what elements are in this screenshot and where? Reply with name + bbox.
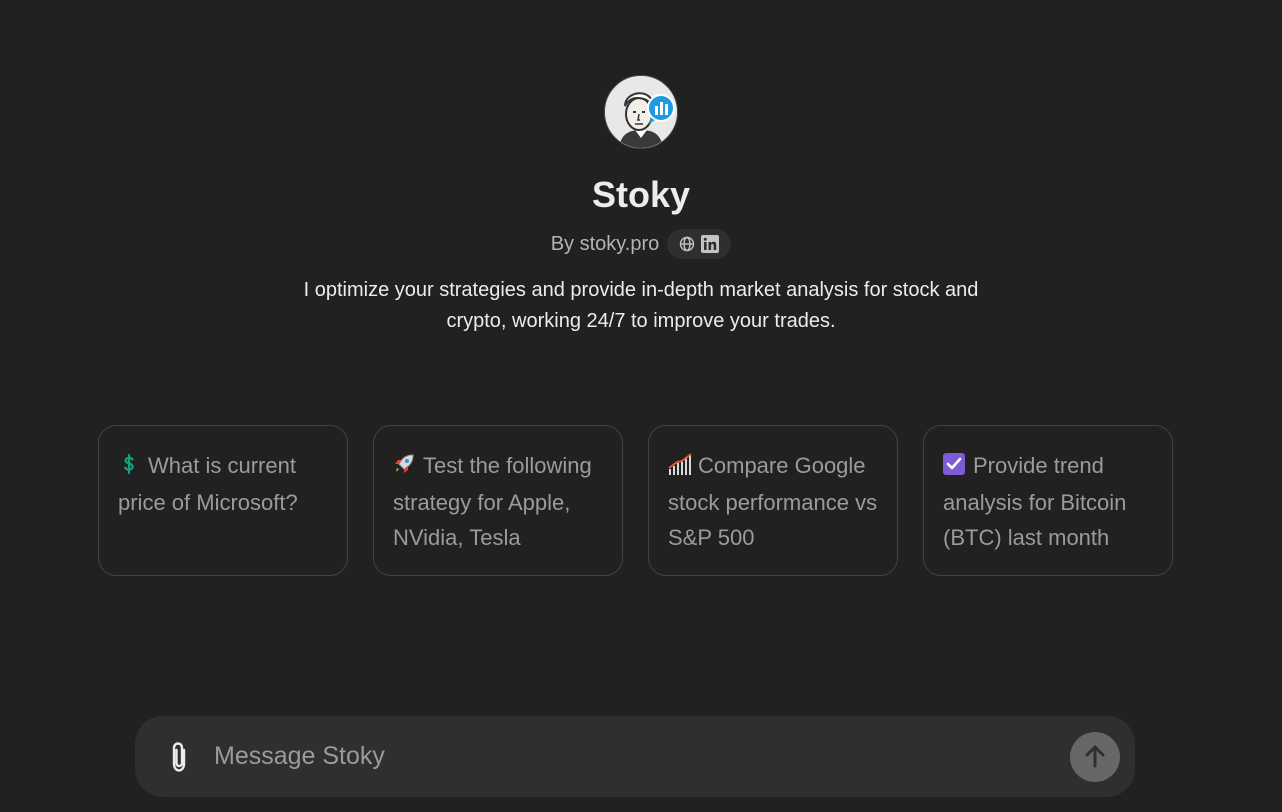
send-button[interactable] bbox=[1070, 731, 1120, 782]
starter-card[interactable]: Provide trend analysis for Bitcoin (BTC)… bbox=[923, 425, 1173, 576]
gpt-chat-page: Stoky By stoky.pro I optimize your strat… bbox=[0, 0, 1282, 812]
rocket-icon bbox=[393, 450, 415, 485]
gpt-byline: By stoky.pro bbox=[551, 229, 732, 259]
arrow-up-icon bbox=[1085, 745, 1105, 767]
dollar-sign-icon bbox=[118, 450, 140, 485]
message-composer bbox=[135, 716, 1135, 797]
paperclip-icon[interactable] bbox=[160, 737, 200, 777]
starter-card[interactable]: Test the following strategy for Apple, N… bbox=[373, 425, 623, 576]
checkbox-icon bbox=[943, 450, 965, 485]
message-input[interactable] bbox=[212, 735, 1070, 778]
starter-card[interactable]: What is current price of Microsoft? bbox=[98, 425, 348, 576]
gpt-header: Stoky By stoky.pro I optimize your strat… bbox=[0, 75, 1282, 337]
linkedin-icon[interactable] bbox=[701, 235, 720, 253]
gpt-title: Stoky bbox=[591, 174, 691, 215]
globe-icon[interactable] bbox=[679, 236, 695, 252]
starter-text: Test the following strategy for Apple, N… bbox=[393, 448, 604, 555]
gpt-description: I optimize your strategies and provide i… bbox=[303, 279, 979, 332]
starter-text: Compare Google stock performance vs S&P … bbox=[668, 448, 879, 555]
starter-text: Provide trend analysis for Bitcoin (BTC)… bbox=[943, 448, 1154, 555]
conversation-starters: What is current price of Microsoft? Test… bbox=[98, 425, 1173, 576]
trader-avatar-icon bbox=[604, 75, 678, 149]
starter-card[interactable]: Compare Google stock performance vs S&P … bbox=[648, 425, 898, 576]
author-link[interactable]: By stoky.pro bbox=[551, 233, 660, 256]
social-links bbox=[667, 229, 732, 259]
chart-bars-icon bbox=[668, 450, 692, 485]
starter-text: What is current price of Microsoft? bbox=[118, 448, 329, 520]
